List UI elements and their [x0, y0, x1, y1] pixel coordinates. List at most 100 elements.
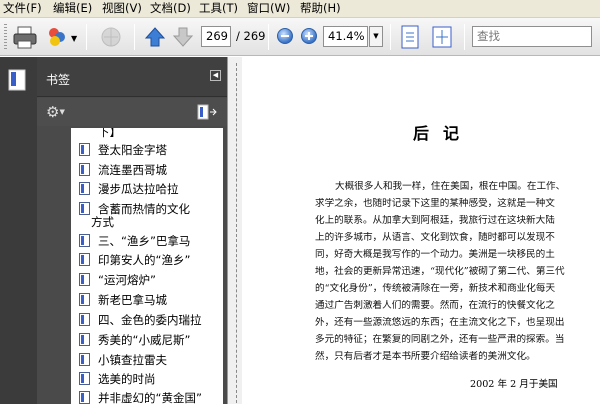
bookmark-label: 选美的时尚 [98, 372, 156, 386]
arrow-up-icon [144, 27, 166, 47]
body-text-line: 大概很多人和我一样，住在美国，根在中国。在工作、 [335, 181, 566, 192]
collaborate-icon [49, 28, 65, 46]
bookmark-label: 新老巴拿马城 [98, 293, 167, 307]
menu-document[interactable]: 文档(D) [150, 1, 191, 16]
body-text-line: 同，好奇大概是我写作的一个动力。美洲是一块移民的土 [315, 249, 555, 260]
globe-icon [101, 27, 121, 47]
body-text-line: 通过广告刺激着人们的需要。然而，在流行的快餐文化之 [315, 300, 555, 311]
list-item[interactable]: 四、金色的委内瑞拉 [71, 312, 223, 328]
bookmark-icon [79, 353, 90, 366]
body-text-line: 地，社会的更新异常迅速，“现代化”被砌了第二代、第三代 [315, 266, 565, 277]
list-item[interactable]: 含蓄而热情的文化 方式 [71, 201, 223, 229]
page-number-input[interactable]: 269 [201, 26, 231, 47]
bookmark-label: 三、“渔乡”巴拿马 [98, 234, 191, 248]
bookmark-label: “运河熔炉” [98, 273, 156, 287]
collapse-panel-button[interactable]: ◀ [210, 70, 221, 81]
bookmark-label: 印第安人的“渔乡” [98, 253, 191, 267]
panel-toolbar: ⚙▼ [37, 98, 227, 126]
bookmark-list: 下】 登太阳金字塔 流连墨西哥城 漫步瓜达拉哈拉 含蓄而热情的文化 方式 三、“… [71, 128, 223, 404]
list-item[interactable]: 登太阳金字塔 [71, 142, 223, 158]
panel-splitter[interactable] [227, 57, 242, 404]
bookmark-label-continued: 方式 [91, 215, 114, 229]
list-item[interactable]: 秀美的“小威尼斯” [71, 332, 223, 348]
previous-page-button[interactable] [144, 26, 166, 48]
bookmark-icon [79, 143, 90, 156]
menu-file[interactable]: 文件(F) [3, 1, 42, 16]
bookmarks-panel: 书签 ◀ ⚙▼ 下】 登太阳金字塔 流连墨西哥城 漫步瓜达拉哈拉 含蓄而热情的文… [37, 57, 227, 404]
bookmark-label: 小镇查拉雷夫 [98, 353, 167, 367]
bookmark-label: 流连墨西哥城 [98, 163, 167, 177]
bookmark-label: 并非虚幻的“黄金国” [98, 391, 202, 404]
expand-bookmark-button[interactable] [197, 104, 217, 120]
bookmark-icon [79, 234, 90, 247]
bookmark-label: 漫步瓜达拉哈拉 [98, 182, 179, 196]
printer-icon [13, 26, 37, 49]
toolbar: ▼ 269 / 269 41.4% ▼ 查找 [0, 18, 600, 56]
list-item[interactable]: 印第安人的“渔乡” [71, 252, 223, 268]
sync-button[interactable] [98, 24, 124, 50]
plus-icon-v [308, 32, 310, 40]
share-button[interactable] [44, 24, 70, 50]
zoom-in-button[interactable] [301, 28, 317, 44]
gear-icon: ⚙ [46, 103, 60, 121]
body-text-line: 化上的联系。从加拿大到阿根廷，我旅行过在这块新大陆 [315, 215, 555, 226]
panel-title: 书签 [46, 73, 71, 87]
fit-page-button[interactable] [398, 24, 422, 50]
list-item[interactable]: 三、“渔乡”巴拿马 [71, 233, 223, 249]
next-page-button[interactable] [172, 26, 194, 48]
bookmark-expand-icon [197, 104, 217, 120]
bookmarks-tab[interactable] [8, 69, 26, 91]
share-dropdown-icon[interactable]: ▼ [71, 34, 77, 43]
arrow-down-icon [172, 27, 194, 47]
fit-width-icon [432, 26, 452, 48]
total-pages: / 269 [236, 29, 266, 43]
menu-edit[interactable]: 编辑(E) [53, 1, 92, 16]
fit-width-button[interactable] [430, 24, 454, 50]
bookmark-label: 登太阳金字塔 [98, 143, 167, 157]
document-page: 后记 大概很多人和我一样，住在美国，根在中国。在工作、 求学之余，也随时记录下这… [243, 57, 600, 404]
list-item[interactable]: 流连墨西哥城 [71, 162, 223, 178]
print-button[interactable] [12, 24, 38, 50]
toolbar-grip[interactable] [4, 24, 7, 50]
minus-icon [281, 35, 289, 37]
body-text-line: 多元的特征；在繁复的同剧之外，还有一些严肃的探索。当 [315, 334, 565, 345]
bookmark-icon [79, 333, 90, 346]
zoom-dropdown-button[interactable]: ▼ [369, 26, 383, 47]
list-item[interactable]: 小镇查拉雷夫 [71, 352, 223, 368]
zoom-out-button[interactable] [277, 28, 293, 44]
page-title: 后记 [413, 124, 474, 143]
fit-page-icon [401, 25, 419, 49]
menu-tools[interactable]: 工具(T) [199, 1, 238, 16]
list-item[interactable]: 漫步瓜达拉哈拉 [71, 181, 223, 197]
body-text-line: 求学之余，也随时记录下这里的某种感受，这就是一种文 [315, 198, 555, 209]
bookmark-icon [79, 182, 90, 195]
bookmark-label: 秀美的“小威尼斯” [98, 333, 191, 347]
list-item[interactable]: 选美的时尚 [71, 371, 223, 387]
menu-view[interactable]: 视图(V) [102, 1, 142, 16]
body-text-line: 外，还有一些源流悠远的东西；在主流文化之下，也呈现出 [315, 317, 565, 328]
navigation-strip [0, 57, 37, 404]
bookmark-icon [79, 273, 90, 286]
bookmark-icon [79, 163, 90, 176]
bookmark-icon [79, 202, 90, 215]
list-item[interactable]: 新老巴拿马城 [71, 292, 223, 308]
bookmark-icon [79, 391, 90, 404]
search-input[interactable]: 查找 [472, 26, 592, 47]
list-item[interactable]: 下】 [71, 128, 223, 140]
options-button[interactable]: ⚙▼ [46, 103, 72, 121]
menu-help[interactable]: 帮助(H) [300, 1, 341, 16]
bookmark-label: 四、金色的委内瑞拉 [98, 313, 202, 327]
bookmark-label: 下】 [98, 128, 121, 139]
menu-bar: 文件(F) 编辑(E) 视图(V) 文档(D) 工具(T) 窗口(W) 帮助(H… [0, 0, 600, 18]
bookmark-icon [79, 313, 90, 326]
list-item[interactable]: “运河熔炉” [71, 272, 223, 288]
chevron-down-icon: ▼ [373, 32, 379, 40]
menu-window[interactable]: 窗口(W) [247, 1, 290, 16]
bookmark-icon [79, 372, 90, 385]
body-text-line: 然，只有后者才是本书所要介绍给读者的美洲文化。 [315, 351, 536, 362]
chevron-down-icon: ▼ [59, 108, 65, 116]
signature-date: 2002 年 2 月于美国 [470, 379, 558, 390]
list-item[interactable]: 并非虚幻的“黄金国” [71, 390, 223, 404]
zoom-input[interactable]: 41.4% [323, 26, 368, 47]
panel-header: 书签 ◀ [37, 57, 227, 97]
